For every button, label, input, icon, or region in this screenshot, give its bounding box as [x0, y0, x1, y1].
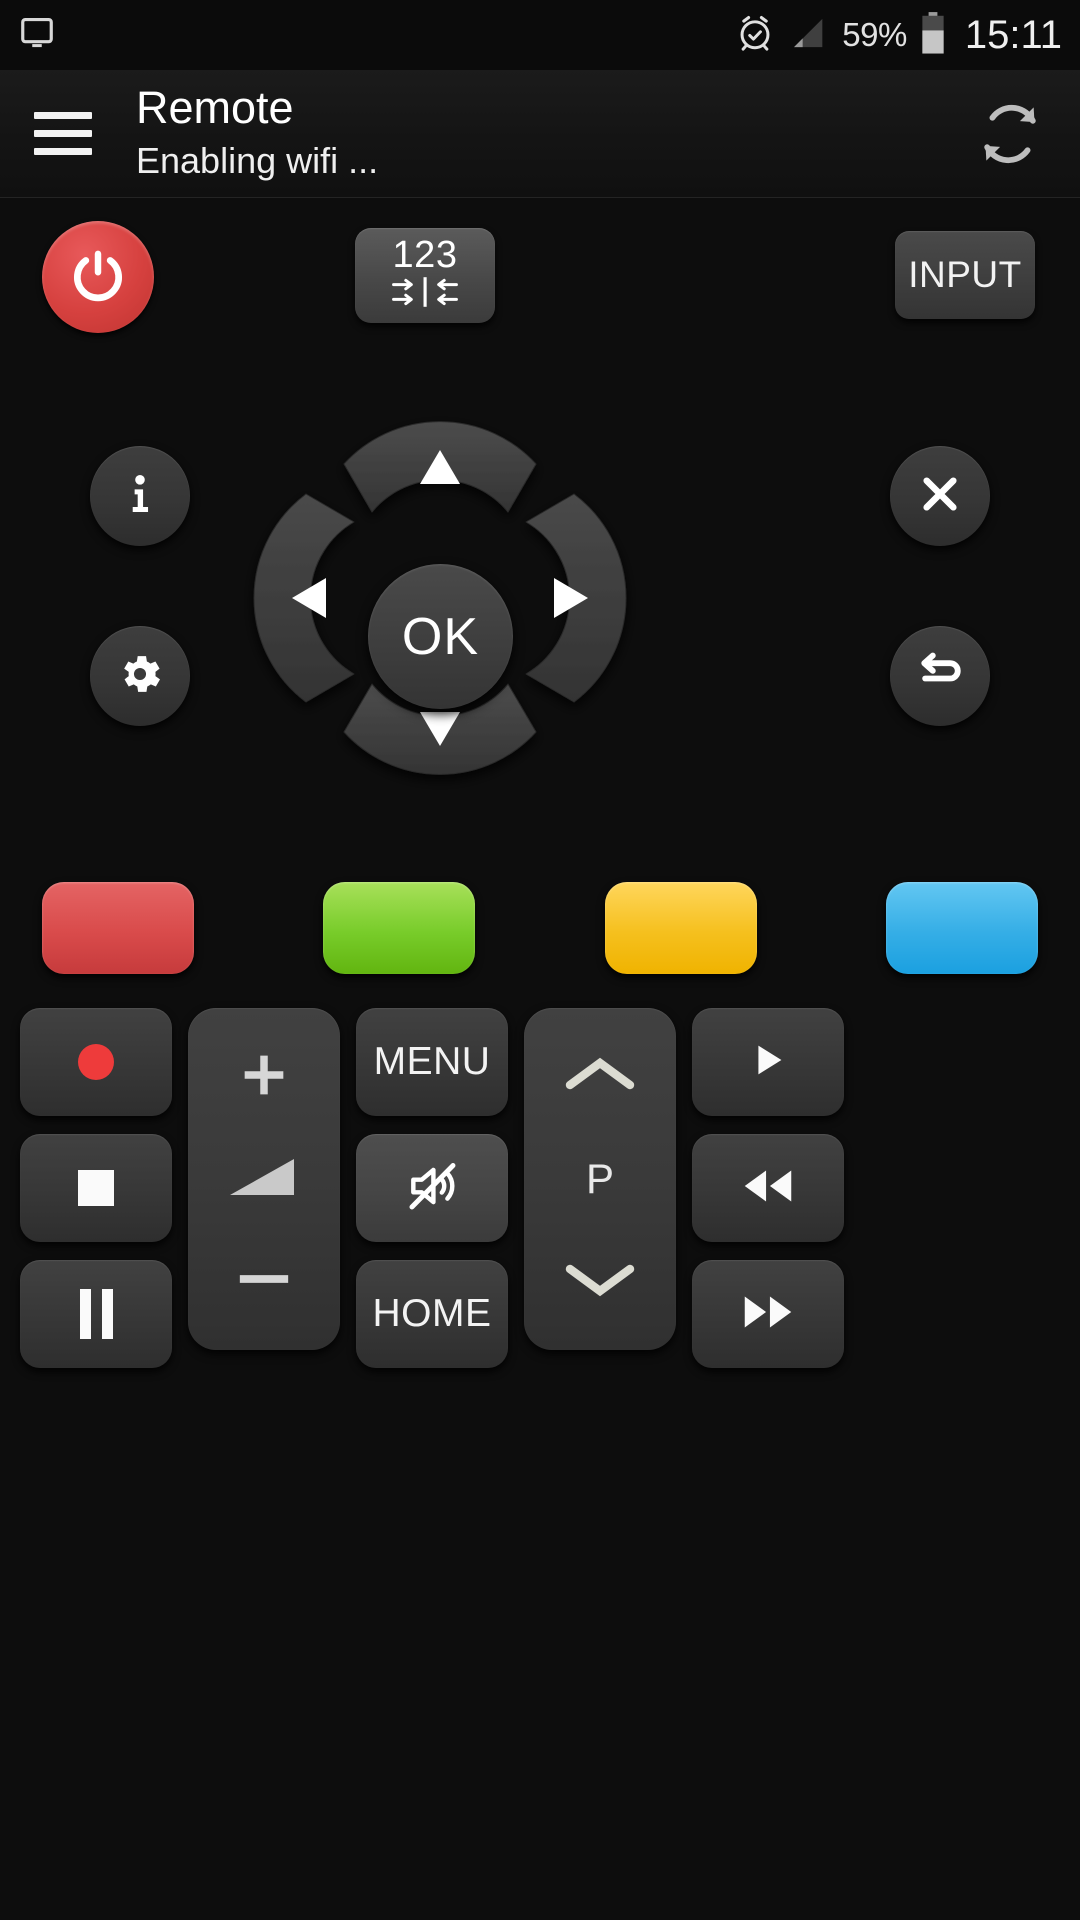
mute-button[interactable]: [356, 1134, 508, 1242]
color-button-red[interactable]: [42, 882, 194, 974]
fast-forward-button[interactable]: [692, 1260, 844, 1368]
keypad-label: 123: [392, 234, 458, 277]
playback-column: [692, 1008, 844, 1368]
action-bar-titles: Remote Enabling wifi ...: [136, 84, 378, 182]
battery-icon: [920, 11, 946, 60]
status-bar-left: [18, 14, 56, 57]
collapse-arrows-icon: [388, 275, 462, 314]
ok-button[interactable]: OK: [368, 564, 513, 709]
pause-bars-icon: [79, 1289, 113, 1339]
remote-bottom-grid: MENU HOME P: [0, 1008, 1080, 1368]
hamburger-menu-icon[interactable]: [34, 112, 92, 155]
status-bar-right: 59% 15:11: [734, 11, 1062, 60]
action-bar: Remote Enabling wifi ...: [0, 70, 1080, 198]
mute-speaker-icon: [404, 1158, 460, 1219]
menu-button-label: MENU: [373, 1040, 491, 1083]
program-label-text: P: [585, 1155, 614, 1202]
pause-button[interactable]: [20, 1260, 172, 1368]
play-button[interactable]: [692, 1008, 844, 1116]
volume-level-indicator: [188, 1128, 340, 1230]
menu-column: MENU HOME: [356, 1008, 508, 1368]
settings-button[interactable]: [90, 626, 190, 726]
exit-button[interactable]: [890, 446, 990, 546]
chevron-down-icon: [564, 1258, 636, 1305]
volume-down-button[interactable]: [188, 1230, 340, 1332]
program-up-button[interactable]: [524, 1026, 676, 1128]
status-clock: 15:11: [964, 12, 1062, 57]
remote-top-row: 123 INPUT: [0, 198, 1080, 378]
color-button-green[interactable]: [323, 882, 476, 974]
signal-bars-icon: [789, 13, 829, 58]
hamburger-line: [34, 130, 92, 137]
back-button[interactable]: [890, 626, 990, 726]
refresh-icon[interactable]: [970, 94, 1050, 174]
plus-icon: [235, 1046, 293, 1109]
program-control: P: [524, 1008, 676, 1350]
info-button[interactable]: [90, 446, 190, 546]
program-column: P: [524, 1008, 676, 1368]
color-button-blue[interactable]: [885, 882, 1038, 974]
volume-wedge-icon: [228, 1155, 300, 1204]
home-button-label: HOME: [372, 1292, 492, 1335]
page-title: Remote: [136, 82, 294, 134]
record-dot-icon: [78, 1044, 114, 1080]
info-icon: [117, 471, 163, 522]
status-subtitle: Enabling wifi ...: [136, 139, 379, 181]
chevron-up-icon: [564, 1054, 636, 1101]
home-button[interactable]: HOME: [356, 1260, 508, 1368]
program-down-button[interactable]: [524, 1230, 676, 1332]
color-button-yellow[interactable]: [604, 882, 757, 974]
remote-control-panel: 123 INPUT OK MENU HOME P: [0, 198, 1080, 1920]
return-arrow-icon: [913, 647, 967, 706]
menu-button[interactable]: MENU: [356, 1008, 508, 1116]
hamburger-line: [34, 148, 92, 155]
numeric-keypad-button[interactable]: 123: [355, 228, 495, 323]
fast-forward-icon: [737, 1290, 799, 1339]
volume-control: [188, 1008, 340, 1350]
rewind-button[interactable]: [692, 1134, 844, 1242]
play-triangle-icon: [745, 1037, 791, 1088]
gear-icon: [115, 649, 165, 704]
record-button[interactable]: [20, 1008, 172, 1116]
rewind-icon: [737, 1164, 799, 1213]
program-label: P: [524, 1128, 676, 1230]
transport-column: [20, 1008, 172, 1368]
ok-button-label: OK: [401, 607, 480, 666]
status-bar: 59% 15:11: [0, 0, 1080, 70]
battery-percent: 59%: [842, 16, 907, 53]
hamburger-line: [34, 112, 92, 119]
stop-button[interactable]: [20, 1134, 172, 1242]
input-button[interactable]: INPUT: [895, 231, 1035, 319]
volume-column: [188, 1008, 340, 1368]
input-button-label: INPUT: [908, 254, 1022, 295]
minus-icon: [235, 1269, 293, 1294]
alarm-clock-icon: [734, 12, 776, 59]
dpad-area: OK: [0, 378, 1080, 848]
close-x-icon: [915, 469, 965, 524]
monitor-icon: [18, 14, 56, 57]
volume-up-button[interactable]: [188, 1026, 340, 1128]
color-buttons-row: [0, 848, 1080, 1008]
power-button[interactable]: [42, 221, 154, 333]
stop-square-icon: [78, 1170, 114, 1206]
